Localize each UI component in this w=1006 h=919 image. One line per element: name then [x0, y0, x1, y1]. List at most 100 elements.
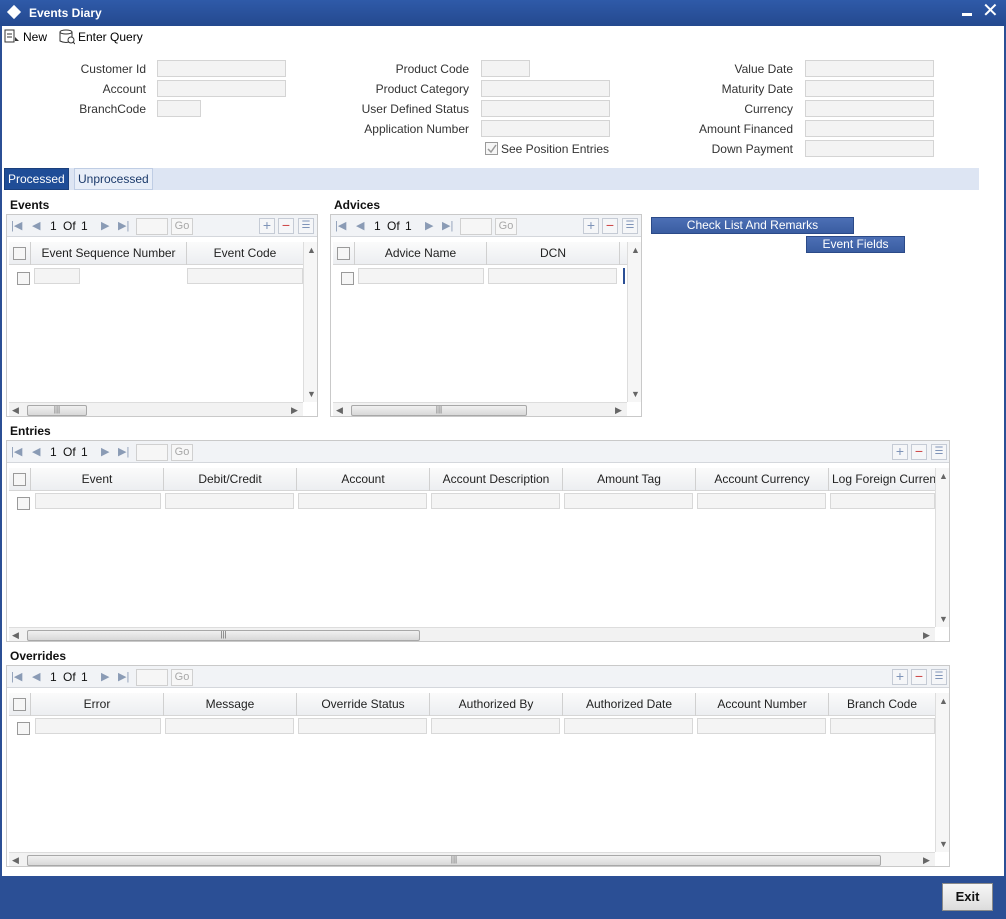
- maturity-date-field[interactable]: [805, 80, 934, 97]
- entries-vertical-scrollbar[interactable]: ▲ ▼: [935, 468, 949, 627]
- advices-go-button[interactable]: Go: [495, 218, 517, 235]
- overrides-col-header[interactable]: Authorized Date: [563, 693, 696, 716]
- see-position-entries-checkbox[interactable]: [485, 142, 498, 155]
- tab-processed[interactable]: Processed: [4, 168, 69, 190]
- overrides-select-all-checkbox[interactable]: [13, 698, 26, 711]
- entries-col-header[interactable]: Event: [31, 468, 164, 491]
- check-list-and-remarks-button[interactable]: Check List And Remarks: [651, 217, 854, 234]
- events-scroll-thumb[interactable]: |||: [27, 405, 87, 416]
- entries-col-header[interactable]: Account: [297, 468, 430, 491]
- add-row-icon[interactable]: +: [583, 218, 599, 234]
- overrides-col-header[interactable]: Error: [31, 693, 164, 716]
- last-page-icon[interactable]: ▶|: [118, 669, 129, 685]
- minimize-icon[interactable]: [962, 13, 972, 16]
- overrides-row-cell[interactable]: [431, 718, 560, 734]
- events-row-cell[interactable]: [34, 268, 80, 284]
- overrides-row-cell[interactable]: [697, 718, 826, 734]
- overrides-col-header[interactable]: Account Number: [696, 693, 829, 716]
- value-date-field[interactable]: [805, 60, 934, 77]
- overrides-row-cell[interactable]: [298, 718, 427, 734]
- currency-field[interactable]: [805, 100, 934, 117]
- add-row-icon[interactable]: +: [259, 218, 275, 234]
- events-select-all-checkbox[interactable]: [13, 247, 26, 260]
- product-category-field[interactable]: [481, 80, 610, 97]
- events-row-checkbox[interactable]: [17, 272, 30, 285]
- previous-page-icon[interactable]: ◀: [32, 444, 40, 460]
- entries-row-cell[interactable]: [431, 493, 560, 509]
- customer-id-field[interactable]: [157, 60, 286, 77]
- first-page-icon[interactable]: |◀: [11, 444, 22, 460]
- entries-col-header[interactable]: Account Currency: [696, 468, 829, 491]
- advices-row-cell[interactable]: [358, 268, 484, 284]
- events-vertical-scrollbar[interactable]: ▲ ▼: [303, 242, 317, 402]
- add-row-icon[interactable]: +: [892, 444, 908, 460]
- overrides-page-input[interactable]: [136, 669, 168, 686]
- scroll-left-icon[interactable]: ◀: [12, 405, 19, 415]
- overrides-row-cell[interactable]: [830, 718, 935, 734]
- first-page-icon[interactable]: |◀: [335, 218, 346, 234]
- scroll-up-icon[interactable]: ▲: [307, 245, 316, 255]
- advices-select-all-checkbox[interactable]: [337, 247, 350, 260]
- entries-col-header[interactable]: Debit/Credit: [164, 468, 297, 491]
- enter-query-button[interactable]: Enter Query: [59, 28, 151, 46]
- overrides-col-header[interactable]: Branch Code: [829, 693, 935, 716]
- next-page-icon[interactable]: ▶: [101, 444, 109, 460]
- overrides-horizontal-scrollbar[interactable]: ◀ ||| ▶: [9, 852, 935, 866]
- events-go-button[interactable]: Go: [171, 218, 193, 235]
- scroll-down-icon[interactable]: ▼: [307, 389, 316, 399]
- scroll-left-icon[interactable]: ◀: [336, 405, 343, 415]
- entries-scroll-thumb[interactable]: |||: [27, 630, 420, 641]
- new-button[interactable]: New: [4, 28, 52, 46]
- events-row-cell[interactable]: [187, 268, 303, 284]
- scroll-left-icon[interactable]: ◀: [12, 855, 19, 865]
- entries-row-cell[interactable]: [564, 493, 693, 509]
- scroll-up-icon[interactable]: ▲: [939, 471, 948, 481]
- single-view-icon[interactable]: ☰: [931, 669, 947, 685]
- scroll-up-icon[interactable]: ▲: [631, 245, 640, 255]
- first-page-icon[interactable]: |◀: [11, 218, 22, 234]
- user-defined-status-field[interactable]: [481, 100, 610, 117]
- entries-col-header[interactable]: Account Description: [430, 468, 563, 491]
- scroll-down-icon[interactable]: ▼: [939, 839, 948, 849]
- events-horizontal-scrollbar[interactable]: ◀ ||| ▶: [9, 402, 303, 416]
- scroll-right-icon[interactable]: ▶: [291, 405, 298, 415]
- overrides-row-cell[interactable]: [165, 718, 294, 734]
- previous-page-icon[interactable]: ◀: [32, 218, 40, 234]
- entries-horizontal-scrollbar[interactable]: ◀ ||| ▶: [9, 627, 935, 641]
- next-page-icon[interactable]: ▶: [425, 218, 433, 234]
- next-page-icon[interactable]: ▶: [101, 218, 109, 234]
- next-page-icon[interactable]: ▶: [101, 669, 109, 685]
- previous-page-icon[interactable]: ◀: [32, 669, 40, 685]
- advices-row-cell[interactable]: [488, 268, 617, 284]
- delete-row-icon[interactable]: −: [278, 218, 294, 234]
- event-fields-button[interactable]: Event Fields: [806, 236, 905, 253]
- previous-page-icon[interactable]: ◀: [356, 218, 364, 234]
- delete-row-icon[interactable]: −: [602, 218, 618, 234]
- entries-row-checkbox[interactable]: [17, 497, 30, 510]
- entries-row-cell[interactable]: [298, 493, 427, 509]
- advices-vertical-scrollbar[interactable]: ▲ ▼: [627, 242, 641, 402]
- add-row-icon[interactable]: +: [892, 669, 908, 685]
- first-page-icon[interactable]: |◀: [11, 669, 22, 685]
- events-page-input[interactable]: [136, 218, 168, 235]
- last-page-icon[interactable]: ▶|: [118, 444, 129, 460]
- down-payment-field[interactable]: [805, 140, 934, 157]
- delete-row-icon[interactable]: −: [911, 444, 927, 460]
- overrides-col-header[interactable]: Override Status: [297, 693, 430, 716]
- entries-go-button[interactable]: Go: [171, 444, 193, 461]
- advices-col-header[interactable]: Advice Name: [355, 242, 487, 265]
- branch-code-field[interactable]: [157, 100, 201, 117]
- product-code-field[interactable]: [481, 60, 530, 77]
- entries-col-header[interactable]: Log Foreign Curren: [829, 468, 935, 491]
- amount-financed-field[interactable]: [805, 120, 934, 137]
- advices-page-input[interactable]: [460, 218, 492, 235]
- overrides-col-header[interactable]: Message: [164, 693, 297, 716]
- scroll-down-icon[interactable]: ▼: [631, 389, 640, 399]
- last-page-icon[interactable]: ▶|: [118, 218, 129, 234]
- single-view-icon[interactable]: ☰: [931, 444, 947, 460]
- scroll-right-icon[interactable]: ▶: [923, 630, 930, 640]
- scroll-right-icon[interactable]: ▶: [923, 855, 930, 865]
- overrides-row-checkbox[interactable]: [17, 722, 30, 735]
- advices-horizontal-scrollbar[interactable]: ◀ ||| ▶: [333, 402, 627, 416]
- last-page-icon[interactable]: ▶|: [442, 218, 453, 234]
